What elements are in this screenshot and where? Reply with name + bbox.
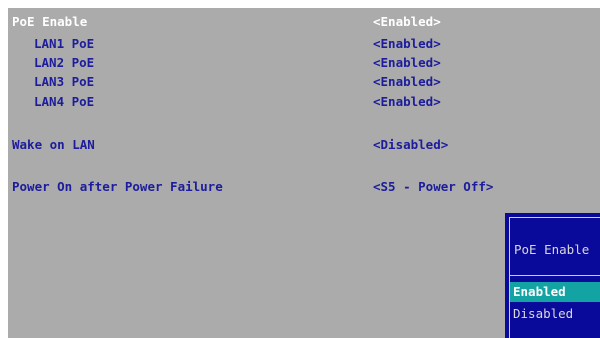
option-popup-frame: PoE Enable Enabled Disabled [509,217,600,338]
setting-value-poe-enable[interactable]: <Enabled> [373,14,441,30]
setting-value-wake-on-lan[interactable]: <Disabled> [373,137,448,153]
setting-value-lan3-poe[interactable]: <Enabled> [373,74,441,90]
option-disabled[interactable]: Disabled [510,304,600,324]
setting-value-lan2-poe[interactable]: <Enabled> [373,55,441,71]
setting-label-poe-enable[interactable]: PoE Enable [12,14,87,30]
option-enabled[interactable]: Enabled [510,282,600,302]
option-popup-divider [510,275,600,276]
bios-settings-screen: PoE Enable <Enabled> LAN1 PoE <Enabled> … [8,8,600,338]
setting-label-lan1-poe[interactable]: LAN1 PoE [34,36,94,52]
setting-label-lan3-poe[interactable]: LAN3 PoE [34,74,94,90]
option-popup: PoE Enable Enabled Disabled [505,213,600,338]
setting-label-lan2-poe[interactable]: LAN2 PoE [34,55,94,71]
setting-value-power-on-after-failure[interactable]: <S5 - Power Off> [373,179,493,195]
setting-value-lan1-poe[interactable]: <Enabled> [373,36,441,52]
setting-label-lan4-poe[interactable]: LAN4 PoE [34,94,94,110]
option-popup-title: PoE Enable [514,242,590,257]
setting-value-lan4-poe[interactable]: <Enabled> [373,94,441,110]
setting-label-wake-on-lan[interactable]: Wake on LAN [12,137,95,153]
setting-label-power-on-after-failure[interactable]: Power On after Power Failure [12,179,223,195]
